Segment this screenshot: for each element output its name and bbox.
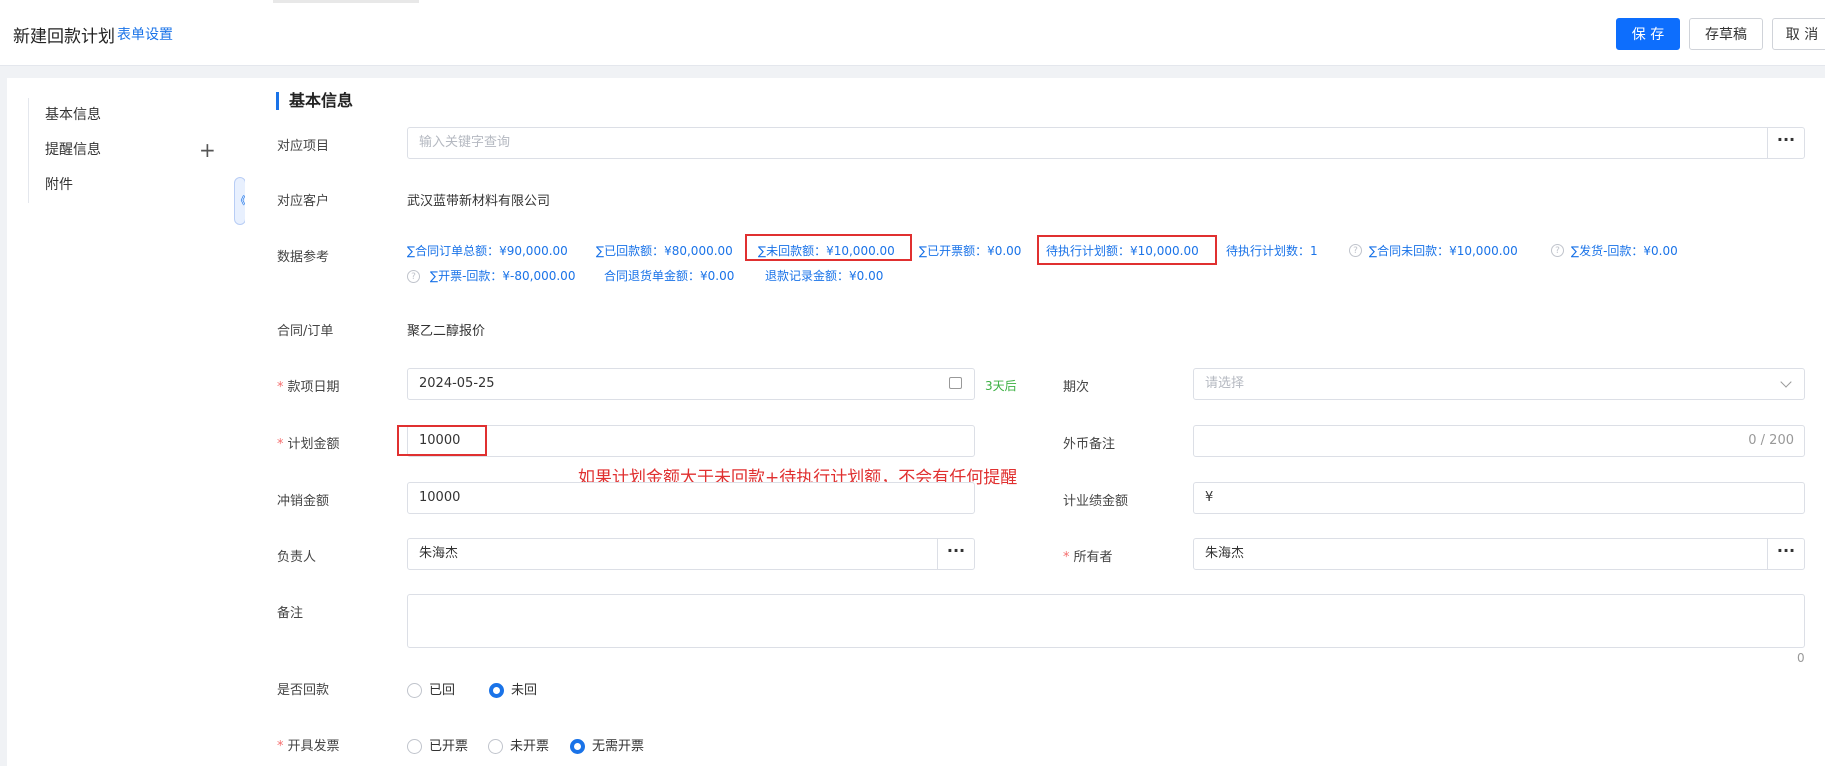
- ref-contract-total: ∑合同订单总额：¥90,000.00: [407, 244, 568, 258]
- date-value: 2024-05-25: [419, 376, 495, 391]
- ref-contract-unreceived: ∑合同未回款：¥10,000.00: [1369, 244, 1518, 258]
- highlight-box-plan-amount: [397, 425, 487, 456]
- project-label: 对应项目: [277, 139, 330, 154]
- owner-value: 朱海杰: [419, 546, 459, 561]
- add-icon[interactable]: +: [199, 133, 216, 168]
- tab-indicator: [273, 0, 419, 3]
- customer-label: 对应客户: [277, 194, 330, 209]
- remark-counter: 0: [1797, 651, 1805, 665]
- plan-amount-label: * 计划金额: [277, 433, 340, 452]
- required-mark: *: [277, 437, 284, 452]
- radio-label: 未回: [511, 683, 538, 698]
- sidebar-item-basic-info[interactable]: 基本信息: [29, 98, 228, 133]
- invoice-label-text: 开具发票: [287, 739, 340, 754]
- plan-amount-input[interactable]: 10000: [407, 425, 975, 457]
- plan-amount-label-text: 计划金额: [287, 437, 340, 452]
- radio-invoiced[interactable]: 已开票: [407, 735, 468, 754]
- radio-not-invoiced[interactable]: 未开票: [488, 735, 549, 754]
- ref-shipped-minus-received: ∑发货-回款：¥0.00: [1571, 244, 1678, 258]
- holder-value: 朱海杰: [1205, 546, 1245, 561]
- ref-invoiced: ∑已开票额：¥0.00: [919, 244, 1022, 258]
- sidebar-item-attachments[interactable]: 附件: [29, 168, 228, 203]
- perf-amount-label: 计业绩金额: [1063, 494, 1129, 509]
- section-nav: 基本信息 提醒信息 + 附件: [28, 98, 228, 203]
- remark-textarea[interactable]: [407, 594, 1805, 648]
- date-picker[interactable]: 2024-05-25: [407, 368, 975, 400]
- sidebar-item-label: 基本信息: [45, 107, 101, 123]
- offset-amount-input[interactable]: 10000: [407, 482, 975, 514]
- invoice-label: * 开具发票: [277, 735, 340, 754]
- radio-label: 已回: [429, 683, 456, 698]
- perf-amount-value: ¥: [1205, 490, 1214, 505]
- radio-circle: [488, 739, 503, 754]
- perf-amount-input[interactable]: ¥: [1193, 482, 1805, 514]
- owner-input[interactable]: 朱海杰 ···: [407, 538, 975, 570]
- main-form: 基本信息 对应项目 输入关键字查询 ··· 对应客户 武汉蓝带新材料有限公司 数…: [245, 78, 1825, 766]
- help-icon[interactable]: ?: [407, 270, 420, 283]
- form-settings-link[interactable]: 表单设置: [117, 24, 173, 44]
- owner-more-icon[interactable]: ···: [937, 539, 974, 569]
- chevron-down-icon: [1780, 376, 1792, 388]
- radio-circle: [407, 739, 422, 754]
- fx-note-counter: 0 / 200: [1748, 433, 1794, 448]
- cancel-button[interactable]: 取 消: [1772, 18, 1825, 50]
- required-mark: *: [277, 380, 284, 395]
- save-button[interactable]: 保 存: [1616, 18, 1680, 50]
- radio-circle-selected: [489, 683, 504, 698]
- contract-value: 聚乙二醇报价: [407, 324, 486, 339]
- sidebar: 基本信息 提醒信息 + 附件: [7, 78, 245, 766]
- calendar-icon: [949, 377, 962, 389]
- radio-label: 已开票: [429, 739, 469, 754]
- project-placeholder: 输入关键字查询: [419, 135, 511, 150]
- ref-return-order-amount: 合同退货单金额：¥0.00: [604, 269, 735, 283]
- owner-label: 负责人: [277, 550, 317, 565]
- ref-refund-amount: 退款记录金额：¥0.00: [765, 269, 884, 283]
- fx-note-label: 外币备注: [1063, 437, 1116, 452]
- help-icon[interactable]: ?: [1349, 244, 1362, 257]
- save-draft-button[interactable]: 存草稿: [1689, 18, 1763, 50]
- top-bar: 新建回款计划 表单设置 保 存 存草稿 取 消: [0, 0, 1825, 66]
- sidebar-item-label: 附件: [45, 177, 73, 193]
- period-label: 期次: [1063, 380, 1090, 395]
- radio-circle: [407, 683, 422, 698]
- highlight-box-unreceived: [745, 234, 912, 261]
- fx-note-input[interactable]: 0 / 200: [1193, 425, 1805, 457]
- ref-invoiced-minus-received: ∑开票-回款：¥-80,000.00: [430, 269, 576, 283]
- project-input[interactable]: 输入关键字查询 ···: [407, 127, 1805, 159]
- offset-amount-label: 冲销金额: [277, 494, 330, 509]
- date-hint: 3天后: [985, 379, 1017, 393]
- date-label: * 款项日期: [277, 376, 340, 395]
- holder-label-text: 所有者: [1073, 550, 1113, 565]
- radio-returned-no[interactable]: 未回: [489, 679, 537, 698]
- period-select[interactable]: 请选择: [1193, 368, 1805, 400]
- customer-value: 武汉蓝带新材料有限公司: [407, 194, 551, 209]
- radio-no-invoice-needed[interactable]: 无需开票: [570, 735, 644, 754]
- holder-input[interactable]: 朱海杰 ···: [1193, 538, 1805, 570]
- ref-pending-plan-count: 待执行计划数：1: [1226, 244, 1318, 258]
- holder-label: * 所有者: [1063, 546, 1113, 565]
- highlight-box-pending-plan: [1037, 235, 1217, 265]
- radio-circle-selected: [570, 739, 585, 754]
- section-title: 基本信息: [276, 92, 353, 110]
- remark-label: 备注: [277, 606, 304, 621]
- offset-amount-value: 10000: [419, 490, 461, 505]
- sidebar-item-reminder-info[interactable]: 提醒信息 +: [29, 133, 228, 168]
- radio-label: 无需开票: [592, 739, 645, 754]
- radio-returned-yes[interactable]: 已回: [407, 679, 455, 698]
- sidebar-item-label: 提醒信息: [45, 142, 101, 158]
- required-mark: *: [277, 739, 284, 754]
- ref-received: ∑已回款额：¥80,000.00: [596, 244, 733, 258]
- required-mark: *: [1063, 550, 1070, 565]
- radio-label: 未开票: [510, 739, 550, 754]
- holder-more-icon[interactable]: ···: [1767, 539, 1804, 569]
- page-title: 新建回款计划: [13, 27, 115, 47]
- reference-label: 数据参考: [277, 250, 330, 265]
- date-label-text: 款项日期: [287, 380, 340, 395]
- help-icon[interactable]: ?: [1551, 244, 1564, 257]
- project-more-icon[interactable]: ···: [1767, 128, 1804, 158]
- returned-label: 是否回款: [277, 683, 330, 698]
- contract-label: 合同/订单: [277, 324, 334, 339]
- period-placeholder: 请选择: [1205, 376, 1245, 391]
